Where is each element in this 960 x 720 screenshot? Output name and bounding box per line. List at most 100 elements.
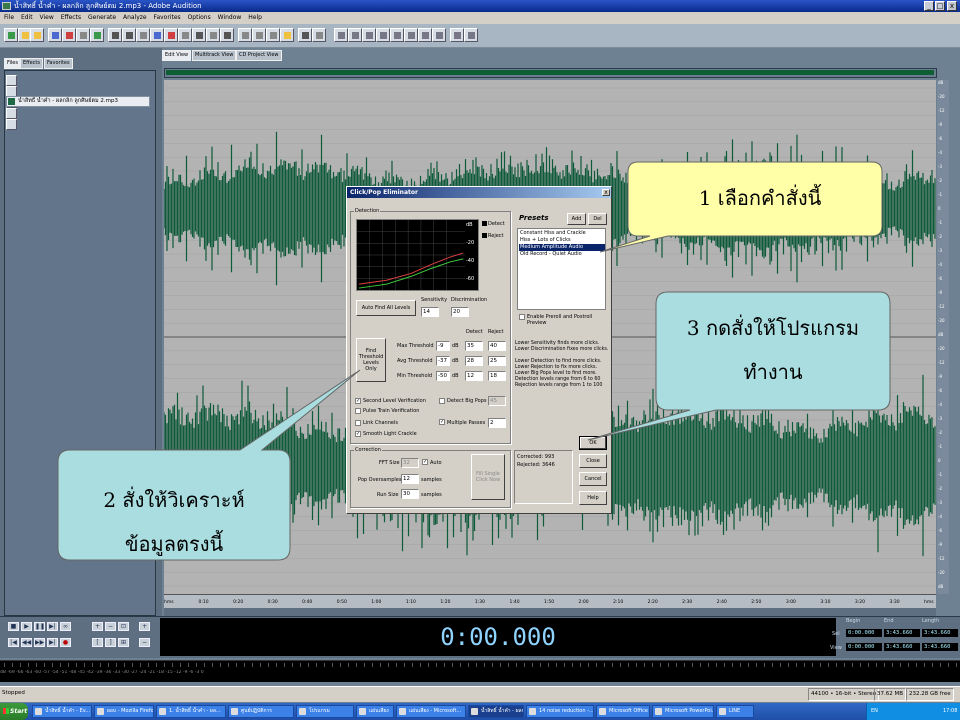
preset-item[interactable]: Hiss + Lots of Clicks [519,237,605,244]
taskbar-item[interactable]: 14 noise reduction -... [526,705,594,718]
add-preset-button[interactable]: Add [567,213,586,225]
maximize-button[interactable]: □ [935,1,945,11]
fx-6-button[interactable] [404,28,418,42]
taskbar-item[interactable]: LINE [716,705,754,718]
find-threshold-levels-button[interactable]: Find Threshold Levels Only [356,338,386,382]
menu-favorites[interactable]: Favorites [154,14,181,21]
record-button[interactable]: ● [60,638,71,647]
menu-options[interactable]: Options [188,14,211,21]
taskbar-item[interactable]: Microsoft PowerPoi... [652,705,714,718]
help-button[interactable]: Help [579,491,607,505]
horizontal-scrollbar[interactable] [164,608,936,616]
taskbar-item[interactable]: แผ่นเสียง [356,705,394,718]
pause-button[interactable]: ❚❚ [34,622,45,631]
menu-analyze[interactable]: Analyze [123,14,147,21]
ok-button[interactable]: OK [579,436,607,450]
time-select-tool-button[interactable] [266,28,280,42]
save-tool-button[interactable] [30,28,44,42]
close-button[interactable]: x [947,1,957,11]
paste-tool-button[interactable] [136,28,150,42]
zoom-left-button[interactable]: [ [92,638,103,647]
cancel-button[interactable]: Cancel [579,472,607,486]
copy-tool-button[interactable] [122,28,136,42]
loop-button[interactable]: ∞ [60,622,71,631]
tab-files[interactable]: Files [4,58,21,69]
lasso-tool-button[interactable] [298,28,312,42]
run-size-field[interactable]: 30 [401,489,419,499]
avg-reject-field[interactable]: 25 [488,356,506,366]
rewind-button[interactable]: ◀◀ [21,638,32,647]
fx-7-button[interactable] [418,28,432,42]
menu-generate[interactable]: Generate [88,14,116,21]
auto-fft-checkbox[interactable]: ✓ [422,459,428,465]
menu-help[interactable]: Help [248,14,262,21]
preset-item[interactable]: Constant Hiss and Crackle [519,230,605,237]
marquee-tool-button[interactable] [280,28,294,42]
zoom-right-button[interactable]: ] [105,638,116,647]
cd-button[interactable] [464,28,478,42]
link-channels-checkbox[interactable] [355,420,361,426]
fx-8-button[interactable] [432,28,446,42]
pop-oversamples-field[interactable]: 12 [401,474,419,484]
mix-paste-tool-button[interactable] [150,28,164,42]
goto-end-button[interactable]: ▶| [47,638,58,647]
spectral-tool-button[interactable] [252,28,266,42]
min-threshold-field[interactable]: -50 [436,371,450,381]
taskbar-item[interactable]: แผ่นเสียง - Microsoft... [396,705,466,718]
close-tool-button[interactable] [62,28,76,42]
avg-detect-field[interactable]: 28 [465,356,483,366]
sel-length[interactable]: 3:43.660 [922,629,958,637]
hybrid-tool-button[interactable] [238,28,252,42]
menu-effects[interactable]: Effects [61,14,81,21]
taskbar-item[interactable]: Microsoft Office Pic... [596,705,650,718]
scrub-tool-button[interactable] [220,28,234,42]
timeline-ruler[interactable]: hms 0:10 0:20 0:30 0:40 0:50 1:00 1:10 1:20 1:30 1… [164,594,936,608]
pulse-train-checkbox[interactable] [355,408,361,414]
avg-threshold-field[interactable]: -37 [436,356,450,366]
tab-cd-project-view[interactable]: CD Project View [236,50,282,61]
view-end[interactable]: 3:43.660 [884,643,920,651]
undo-tool-button[interactable] [76,28,90,42]
presets-list[interactable]: Constant Hiss and Crackle Hiss + Lots of … [517,228,606,310]
taskbar-item[interactable]: ผอบ - Mozilla Firefox [94,705,154,718]
discrimination-field[interactable]: 20 [451,307,469,317]
zoom-full-button[interactable]: ⊡ [118,622,129,631]
language-indicator[interactable]: EN [871,703,878,720]
preset-item[interactable]: Old Record - Quiet Audio [519,251,605,258]
tab-multitrack-view[interactable]: Multitrack View [192,50,237,61]
preset-item[interactable]: Medium Amplitude Audio [519,244,605,251]
threshold-graph[interactable] [356,219,479,291]
multiple-passes-checkbox[interactable]: ✓ [439,419,445,425]
dialog-close-button[interactable]: x [602,189,610,196]
max-threshold-field[interactable]: -9 [436,341,450,351]
zoom-out-h-button[interactable]: − [105,622,116,631]
detect-big-pops-checkbox[interactable] [439,398,445,404]
sensitivity-field[interactable]: 14 [421,307,439,317]
new-tool-button[interactable] [4,28,18,42]
tab-favorites[interactable]: Favorites [44,58,73,69]
fx-2-button[interactable] [348,28,362,42]
view-begin[interactable]: 0:00.000 [846,643,882,651]
auto-find-levels-button[interactable]: Auto Find All Levels [356,300,416,316]
fast-forward-button[interactable]: ▶▶ [34,638,45,647]
view-length[interactable]: 3:43.660 [922,643,958,651]
open-file-button[interactable] [6,75,17,86]
metronome-button[interactable] [450,28,464,42]
spot-heal-tool-button[interactable] [312,28,326,42]
zoom-out-v-button[interactable]: − [139,638,150,647]
fft-size-field[interactable]: 32 [401,458,419,468]
menu-window[interactable]: Window [218,14,242,21]
preroll-checkbox[interactable] [519,314,525,320]
taskbar-item[interactable]: ศูนย์ปฏิบัติการ [228,705,294,718]
file-item[interactable]: น้ำสิทธิ์ น้ำคำ - ผลกลิก ลูกศิษย์ตม 2.mp… [6,96,150,107]
tab-edit-view[interactable]: Edit View [162,50,192,61]
fx-5-button[interactable] [390,28,404,42]
menu-file[interactable]: File [4,14,14,21]
play-to-end-button[interactable]: ▶| [47,622,58,631]
max-detect-field[interactable]: 35 [465,341,483,351]
dialog-close-action-button[interactable]: Close [579,454,607,468]
fx-3-button[interactable] [362,28,376,42]
redo-tool-button[interactable] [90,28,104,42]
stop-button[interactable]: ■ [8,622,19,631]
trim-tool-button[interactable] [164,28,178,42]
